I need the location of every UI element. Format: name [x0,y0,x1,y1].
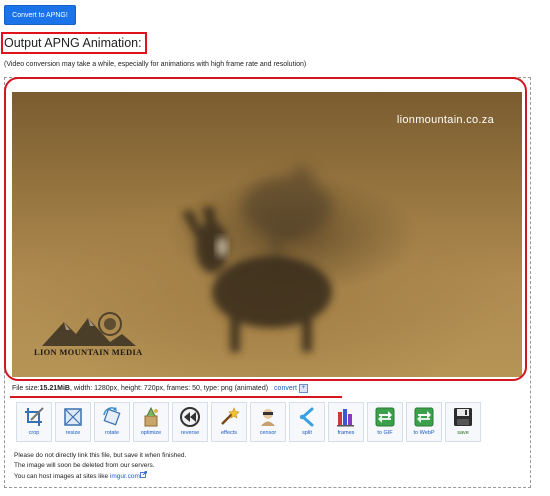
tool-optimize[interactable]: optimize [133,402,169,442]
tool-bar: crop resize rotate optimize reverse effe… [16,402,484,442]
save-icon [454,408,472,426]
footer-line-3: You can host images at sites like imgur.… [14,471,186,482]
resize-icon [64,408,82,426]
file-info: File size: 15.21MiB , width: 1280px, hei… [12,384,309,393]
conversion-note: (Video conversion may take a while, espe… [4,61,307,68]
tool-to-gif-label: to GIF [377,430,393,436]
rotate-icon [103,407,121,426]
tool-to-webp[interactable]: to WebP [406,402,442,442]
tool-crop-label: crop [28,430,40,436]
tool-resize[interactable]: resize [55,402,91,442]
tool-frames-label: frames [337,430,355,436]
tool-crop[interactable]: crop [16,402,52,442]
censor-icon [261,409,275,426]
preview-highlight-ring [4,77,527,381]
convert-to-apng-button[interactable]: Convert to APNG! [4,5,76,25]
page-title: Output APNG Animation: [4,36,142,50]
imgur-link[interactable]: imgur.com [110,473,140,480]
tool-effects-label: effects [220,430,238,436]
tool-rotate-label: rotate [104,430,120,436]
optimize-icon [144,406,158,427]
reverse-icon [180,407,200,427]
effects-icon [221,407,240,425]
tool-reverse[interactable]: reverse [172,402,208,442]
footer-notes: Please do not directly link this file, b… [14,451,186,482]
tool-split-label: split [302,430,312,436]
crop-icon [25,407,44,426]
tool-to-gif[interactable]: to GIF [367,402,403,442]
frames-icon [337,409,354,427]
external-link-icon [139,471,147,478]
to-gif-icon [375,407,395,427]
to-webp-icon [414,407,434,427]
expand-plus-icon[interactable]: + [299,384,309,393]
file-size-value: 15.21MiB [39,385,70,392]
tool-rotate[interactable]: rotate [94,402,130,442]
file-size-label: File size: [12,385,40,392]
tool-censor[interactable]: censor [250,402,286,442]
tool-censor-label: censor [259,430,277,436]
footer-line-1: Please do not directly link this file, b… [14,452,187,459]
tool-save[interactable]: save [445,402,481,442]
tool-optimize-label: optimize [140,430,162,436]
convert-menu-link[interactable]: convert + [274,384,309,393]
tool-save-label: save [457,430,469,436]
convert-link-label[interactable]: convert [274,385,297,392]
tool-split[interactable]: split [289,402,325,442]
tool-reverse-label: reverse [180,430,200,436]
tool-to-webp-label: to WebP [413,430,435,436]
file-details: , width: 1280px, height: 720px, frames: … [69,385,269,392]
split-icon [299,407,314,427]
footer-line-2: The image will soon be deleted from our … [14,462,155,469]
footer-line-3-text: You can host images at sites like [14,473,110,480]
tool-frames[interactable]: frames [328,402,364,442]
file-info-highlight-underline [10,396,342,398]
tool-effects[interactable]: effects [211,402,247,442]
tool-resize-label: resize [65,430,81,436]
